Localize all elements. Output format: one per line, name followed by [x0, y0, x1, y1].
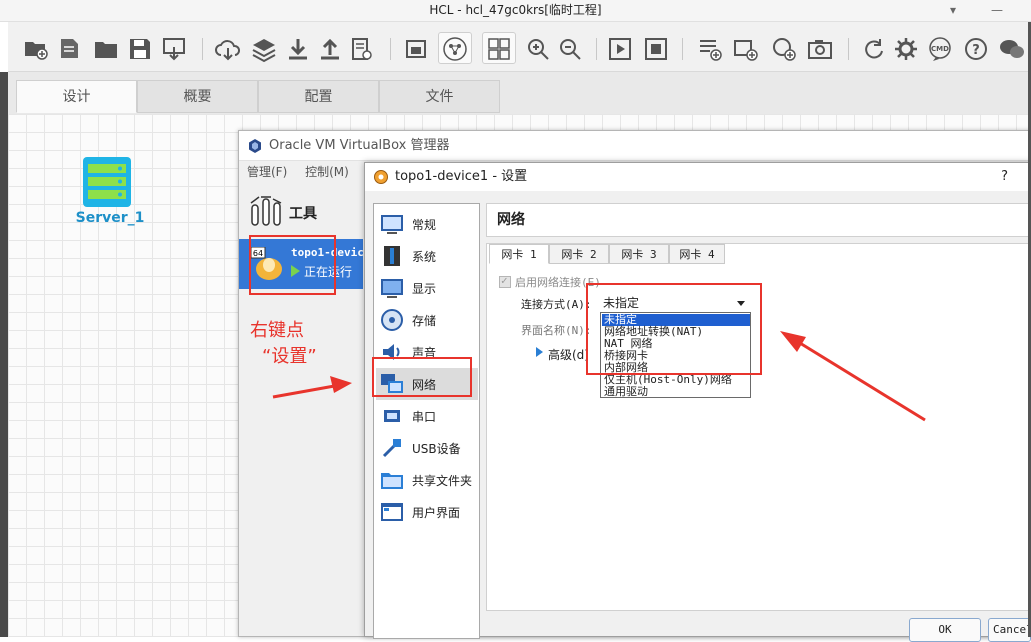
interface-name-label: 界面名称(N):	[521, 324, 592, 337]
tools-icon	[250, 196, 282, 226]
config-file-icon[interactable]	[348, 35, 376, 63]
system-icon	[384, 246, 400, 266]
nav-general[interactable]: 常规	[376, 208, 478, 240]
display-icon	[381, 279, 403, 298]
highlight-vm-box	[249, 235, 336, 295]
nav-user-interface-label: 用户界面	[412, 506, 461, 520]
shared-folder-icon	[381, 473, 403, 489]
serial-port-icon	[384, 410, 400, 422]
expand-triangle-icon[interactable]	[536, 347, 543, 357]
nav-usb-label: USB设备	[412, 442, 461, 456]
nav-usb[interactable]: USB设备	[376, 432, 478, 464]
device-label[interactable]: Server_1	[70, 210, 150, 226]
general-icon	[381, 215, 403, 234]
usb-icon	[382, 439, 401, 458]
minimize-icon[interactable]: —	[984, 0, 1010, 20]
tab-adapter-3[interactable]: 网卡 3	[609, 244, 669, 264]
layers-icon[interactable]	[250, 35, 278, 63]
highlight-dropdown	[586, 283, 762, 375]
folder-icon[interactable]	[92, 35, 120, 63]
zoom-out-icon[interactable]	[556, 35, 584, 63]
cloud-download-icon[interactable]	[214, 35, 242, 63]
open-file-icon[interactable]	[56, 35, 84, 63]
collapse-icon[interactable]: ▾	[940, 0, 966, 20]
virtualbox-logo-icon	[249, 139, 261, 153]
tab-adapter-1[interactable]: 网卡 1	[489, 244, 549, 264]
nav-display[interactable]: 显示	[376, 272, 478, 304]
settings-dialog: topo1-device1 - 设置 ? 常规 系统 显示 存储 声音 网络 串…	[364, 162, 1031, 639]
user-interface-icon	[381, 503, 403, 521]
main-toolbar: CMD ?	[8, 22, 1031, 72]
vbox-titlebar: Oracle VM VirtualBox 管理器	[239, 131, 1030, 161]
vbox-title: Oracle VM VirtualBox 管理器	[269, 138, 450, 153]
tab-design[interactable]: 设计	[16, 80, 137, 113]
topology-icon[interactable]	[438, 32, 472, 64]
download-icon[interactable]	[284, 35, 312, 63]
left-strip	[0, 72, 8, 637]
zoom-in-icon[interactable]	[524, 35, 552, 63]
dialog-title: topo1-device1 - 设置	[395, 169, 528, 184]
window-titlebar: HCL - hcl_47gc0krs[临时工程] ▾ —	[0, 0, 1031, 22]
tab-file[interactable]: 文件	[379, 80, 500, 113]
cancel-button[interactable]: Cancel	[988, 618, 1031, 642]
storage-icon	[381, 309, 403, 331]
advanced-label[interactable]: 高级(d)	[548, 346, 589, 363]
window-title: HCL - hcl_47gc0krs[临时工程]	[429, 3, 602, 17]
nav-storage-label: 存储	[412, 314, 437, 328]
tools-label: 工具	[289, 206, 317, 222]
refresh-icon[interactable]	[860, 35, 888, 63]
annotation-line2: “设置”	[262, 346, 317, 367]
nav-system[interactable]: 系统	[376, 240, 478, 272]
server-icon[interactable]	[82, 156, 132, 208]
nav-serial-label: 串口	[412, 410, 437, 424]
help-button[interactable]: ?	[1001, 163, 1008, 191]
play-icon[interactable]	[606, 35, 634, 63]
gear-icon[interactable]	[892, 35, 920, 63]
capture-icon[interactable]	[402, 35, 430, 63]
tools-item[interactable]: 工具	[247, 193, 367, 229]
nav-shared-folders-label: 共享文件夹	[412, 474, 473, 488]
option-generic[interactable]: 通用驱动	[602, 386, 750, 398]
stop-icon[interactable]	[642, 35, 670, 63]
attached-to-label: 连接方式(A):	[521, 298, 592, 311]
nav-general-label: 常规	[412, 218, 437, 232]
nav-storage[interactable]: 存储	[376, 304, 478, 336]
chat-icon[interactable]	[998, 35, 1026, 63]
svg-text:?: ?	[972, 43, 980, 58]
ok-button[interactable]: OK	[909, 618, 981, 642]
tab-adapter-4[interactable]: 网卡 4	[669, 244, 725, 264]
svg-text:CMD: CMD	[931, 45, 949, 53]
nav-serial[interactable]: 串口	[376, 400, 478, 432]
nav-shared-folders[interactable]: 共享文件夹	[376, 464, 478, 496]
highlight-network-nav	[372, 357, 472, 397]
menu-manage[interactable]: 管理(F)	[247, 165, 287, 179]
add-list-icon[interactable]	[696, 35, 724, 63]
tab-overview[interactable]: 概要	[137, 80, 258, 113]
settings-gear-icon	[374, 170, 388, 184]
save-icon[interactable]	[126, 35, 154, 63]
nav-user-interface[interactable]: 用户界面	[376, 496, 478, 528]
cmd-icon[interactable]: CMD	[926, 35, 954, 63]
checkbox-box	[499, 274, 511, 288]
camera-icon[interactable]	[806, 35, 834, 63]
new-project-icon[interactable]	[22, 35, 50, 63]
upload-icon[interactable]	[316, 35, 344, 63]
nav-display-label: 显示	[412, 282, 437, 296]
help-icon[interactable]: ?	[962, 35, 990, 63]
dialog-titlebar: topo1-device1 - 设置 ?	[365, 163, 1030, 191]
add-circle-icon[interactable]	[770, 35, 798, 63]
tab-config[interactable]: 配置	[258, 80, 379, 113]
grid-icon[interactable]	[482, 32, 516, 64]
annotation-line1: 右键点	[250, 320, 304, 341]
tab-adapter-2[interactable]: 网卡 2	[549, 244, 609, 264]
nav-system-label: 系统	[412, 250, 437, 264]
view-tabs: 设计 概要 配置 文件	[8, 72, 1031, 114]
section-title: 网络	[486, 203, 1031, 237]
add-rect-icon[interactable]	[732, 35, 760, 63]
export-icon[interactable]	[160, 35, 188, 63]
settings-nav: 常规 系统 显示 存储 声音 网络 串口 USB设备 共享文件夹 用户界面	[373, 203, 480, 639]
menu-control[interactable]: 控制(M)	[305, 165, 349, 179]
